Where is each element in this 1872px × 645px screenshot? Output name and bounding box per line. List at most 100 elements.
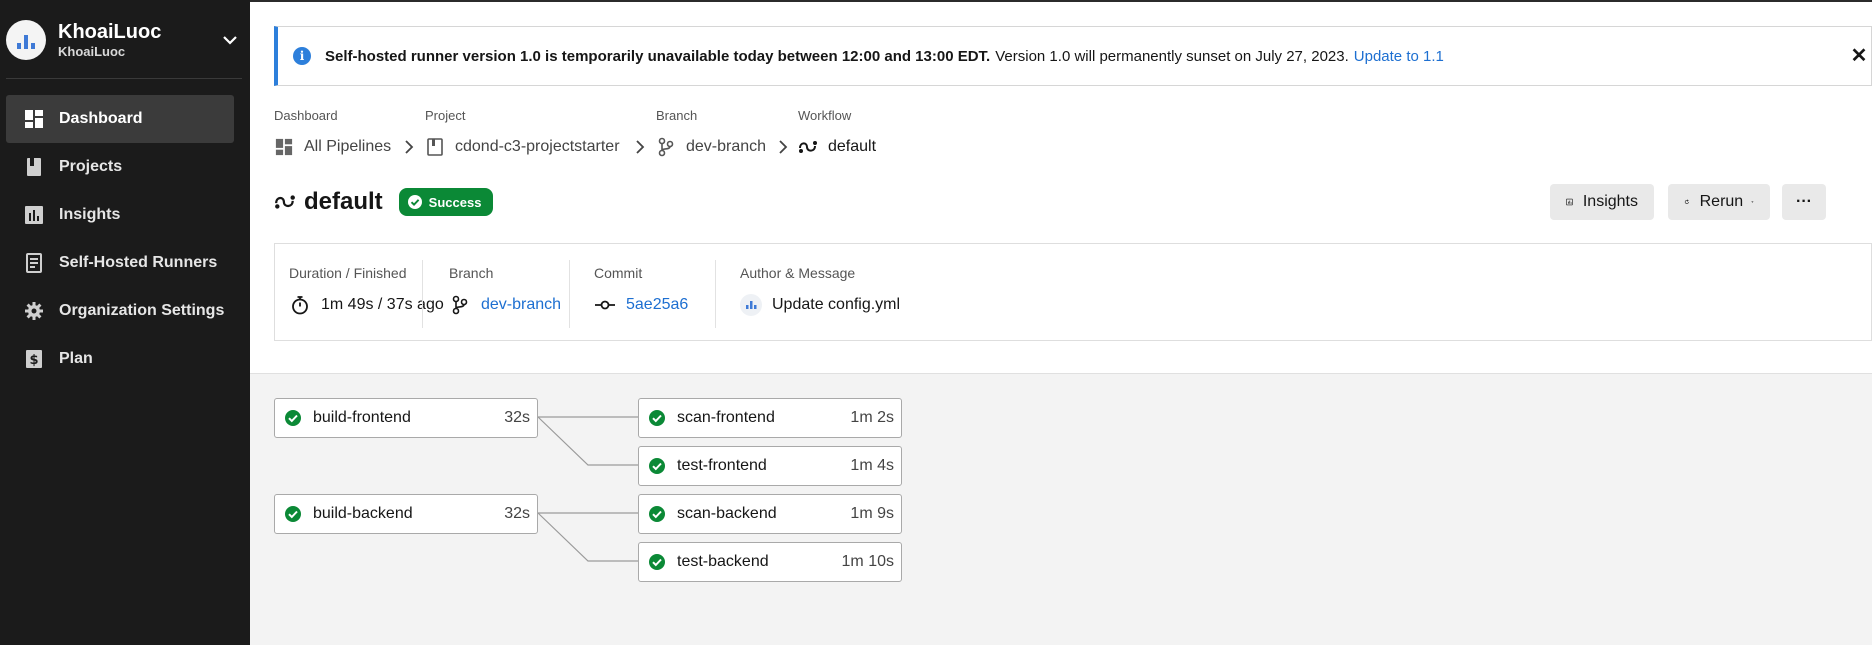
sidebar-item-self-hosted-runners[interactable]: Self-Hosted Runners	[6, 239, 234, 287]
job-name: test-backend	[677, 553, 769, 570]
chevron-down-icon[interactable]	[220, 30, 240, 50]
breadcrumb-label-dashboard: Dashboard	[274, 108, 338, 123]
meta-label: Commit	[594, 265, 643, 281]
job-build-backend[interactable]: build-backend 32s	[274, 494, 538, 534]
refresh-icon	[1684, 199, 1689, 204]
sidebar-item-dashboard[interactable]: Dashboard	[6, 95, 234, 143]
sidebar-item-label: Plan	[59, 350, 93, 367]
banner-text: Version 1.0 will permanently sunset on J…	[995, 47, 1349, 65]
check-circle-icon	[285, 410, 301, 426]
meta-label: Duration / Finished	[289, 265, 407, 281]
commit-message: Update config.yml	[772, 296, 901, 313]
duration-value: 1m 49s / 37s ago	[321, 296, 444, 313]
sidebar-item-plan[interactable]: $ Plan	[6, 335, 234, 383]
breadcrumb-label-project: Project	[425, 108, 466, 123]
breadcrumb-project[interactable]: cdond-c3-projectstarter	[425, 136, 620, 158]
page-title: default	[304, 188, 383, 215]
more-icon: ···	[1796, 193, 1812, 210]
meta-label: Branch	[449, 265, 494, 281]
job-name: build-backend	[313, 505, 413, 522]
job-duration: 1m 10s	[841, 553, 894, 570]
job-name: build-frontend	[313, 409, 411, 426]
svg-text:$: $	[29, 353, 38, 368]
job-duration: 1m 4s	[850, 457, 894, 474]
workflow-meta-panel: Duration / Finished 1m 49s / 37s ago Bra…	[274, 243, 1872, 341]
sidebar-item-projects[interactable]: Projects	[6, 143, 234, 191]
job-name: test-frontend	[677, 457, 767, 474]
chart-icon	[1566, 198, 1573, 206]
branch-icon	[449, 294, 471, 316]
sidebar-item-label: Insights	[59, 206, 121, 223]
banner-headline: Self-hosted runner version 1.0 is tempor…	[325, 47, 991, 65]
job-build-frontend[interactable]: build-frontend 32s	[274, 398, 538, 438]
job-scan-backend[interactable]: scan-backend 1m 9s	[638, 494, 902, 534]
job-duration: 1m 2s	[850, 409, 894, 426]
chevron-right-icon	[636, 140, 645, 154]
breadcrumb-text: cdond-c3-projectstarter	[455, 138, 620, 155]
avatar	[740, 294, 762, 316]
breadcrumb-label-branch: Branch	[656, 108, 698, 123]
dashboard-icon	[23, 108, 45, 130]
rerun-button-label: Rerun	[1699, 193, 1744, 210]
gear-icon	[23, 300, 45, 322]
job-name: scan-backend	[677, 505, 777, 522]
check-circle-icon	[285, 506, 301, 522]
book-icon	[425, 137, 445, 157]
workflow-icon	[275, 195, 295, 209]
runner-notice-banner: i Self-hosted runner version 1.0 is temp…	[274, 26, 1872, 86]
breadcrumb-text: All Pipelines	[304, 138, 392, 155]
sidebar-nav: Dashboard Projects Insights Self-Hosted …	[6, 95, 234, 383]
main-content: i Self-hosted runner version 1.0 is temp…	[250, 0, 1872, 645]
more-actions-button[interactable]: ···	[1782, 184, 1826, 220]
commit-icon	[594, 294, 616, 316]
sidebar-item-label: Self-Hosted Runners	[59, 254, 218, 271]
dollar-icon: $	[23, 348, 45, 370]
close-icon[interactable]: ✕	[1847, 44, 1871, 68]
breadcrumb-branch[interactable]: dev-branch	[656, 136, 766, 158]
update-link[interactable]: Update to 1.1	[1354, 48, 1444, 65]
workflow-graph: build-frontend 32s scan-frontend 1m 2s t…	[250, 373, 1872, 645]
commit-link[interactable]: 5ae25a6	[626, 296, 688, 314]
job-duration: 32s	[504, 505, 530, 522]
stopwatch-icon	[289, 294, 311, 316]
sidebar-item-organization-settings[interactable]: Organization Settings	[6, 287, 234, 335]
workflow-header: default Success	[274, 187, 494, 217]
rerun-button[interactable]: Rerun	[1668, 184, 1770, 220]
job-test-frontend[interactable]: test-frontend 1m 4s	[638, 446, 902, 486]
meta-label: Author & Message	[740, 265, 856, 281]
sidebar: KhoaiLuoc KhoaiLuoc Dashboard Projects I…	[0, 0, 250, 645]
check-circle-icon	[649, 554, 665, 570]
runner-icon	[23, 252, 45, 274]
insights-button[interactable]: Insights	[1550, 184, 1654, 220]
org-name: KhoaiLuoc	[58, 20, 162, 43]
insights-button-label: Insights	[1582, 193, 1638, 210]
sidebar-item-insights[interactable]: Insights	[6, 191, 234, 239]
breadcrumb-all-pipelines[interactable]: All Pipelines	[274, 136, 391, 158]
breadcrumb-label-workflow: Workflow	[798, 108, 852, 123]
branch-icon	[656, 137, 676, 157]
status-label: Success	[428, 194, 482, 210]
chart-icon	[23, 204, 45, 226]
check-circle-icon	[649, 506, 665, 522]
breadcrumb-text: dev-branch	[686, 138, 767, 155]
branch-link[interactable]: dev-branch	[481, 296, 561, 314]
org-switcher[interactable]: KhoaiLuoc KhoaiLuoc	[6, 18, 240, 62]
chevron-right-icon	[779, 140, 788, 154]
dashboard-icon	[274, 137, 294, 157]
status-badge: Success	[398, 188, 494, 216]
job-duration: 32s	[504, 409, 530, 426]
chevron-right-icon	[405, 140, 414, 154]
sidebar-item-label: Organization Settings	[59, 302, 225, 319]
sidebar-item-label: Dashboard	[59, 110, 143, 127]
check-circle-icon	[649, 458, 665, 474]
job-duration: 1m 9s	[850, 505, 894, 522]
book-icon	[23, 156, 45, 178]
sidebar-divider	[6, 78, 242, 79]
org-username: KhoaiLuoc	[58, 43, 126, 59]
job-scan-frontend[interactable]: scan-frontend 1m 2s	[638, 398, 902, 438]
job-test-backend[interactable]: test-backend 1m 10s	[638, 542, 902, 582]
breadcrumb-text: default	[828, 138, 877, 155]
check-circle-icon	[407, 195, 422, 209]
sidebar-item-label: Projects	[59, 158, 123, 175]
breadcrumb-workflow[interactable]: default	[798, 136, 876, 158]
